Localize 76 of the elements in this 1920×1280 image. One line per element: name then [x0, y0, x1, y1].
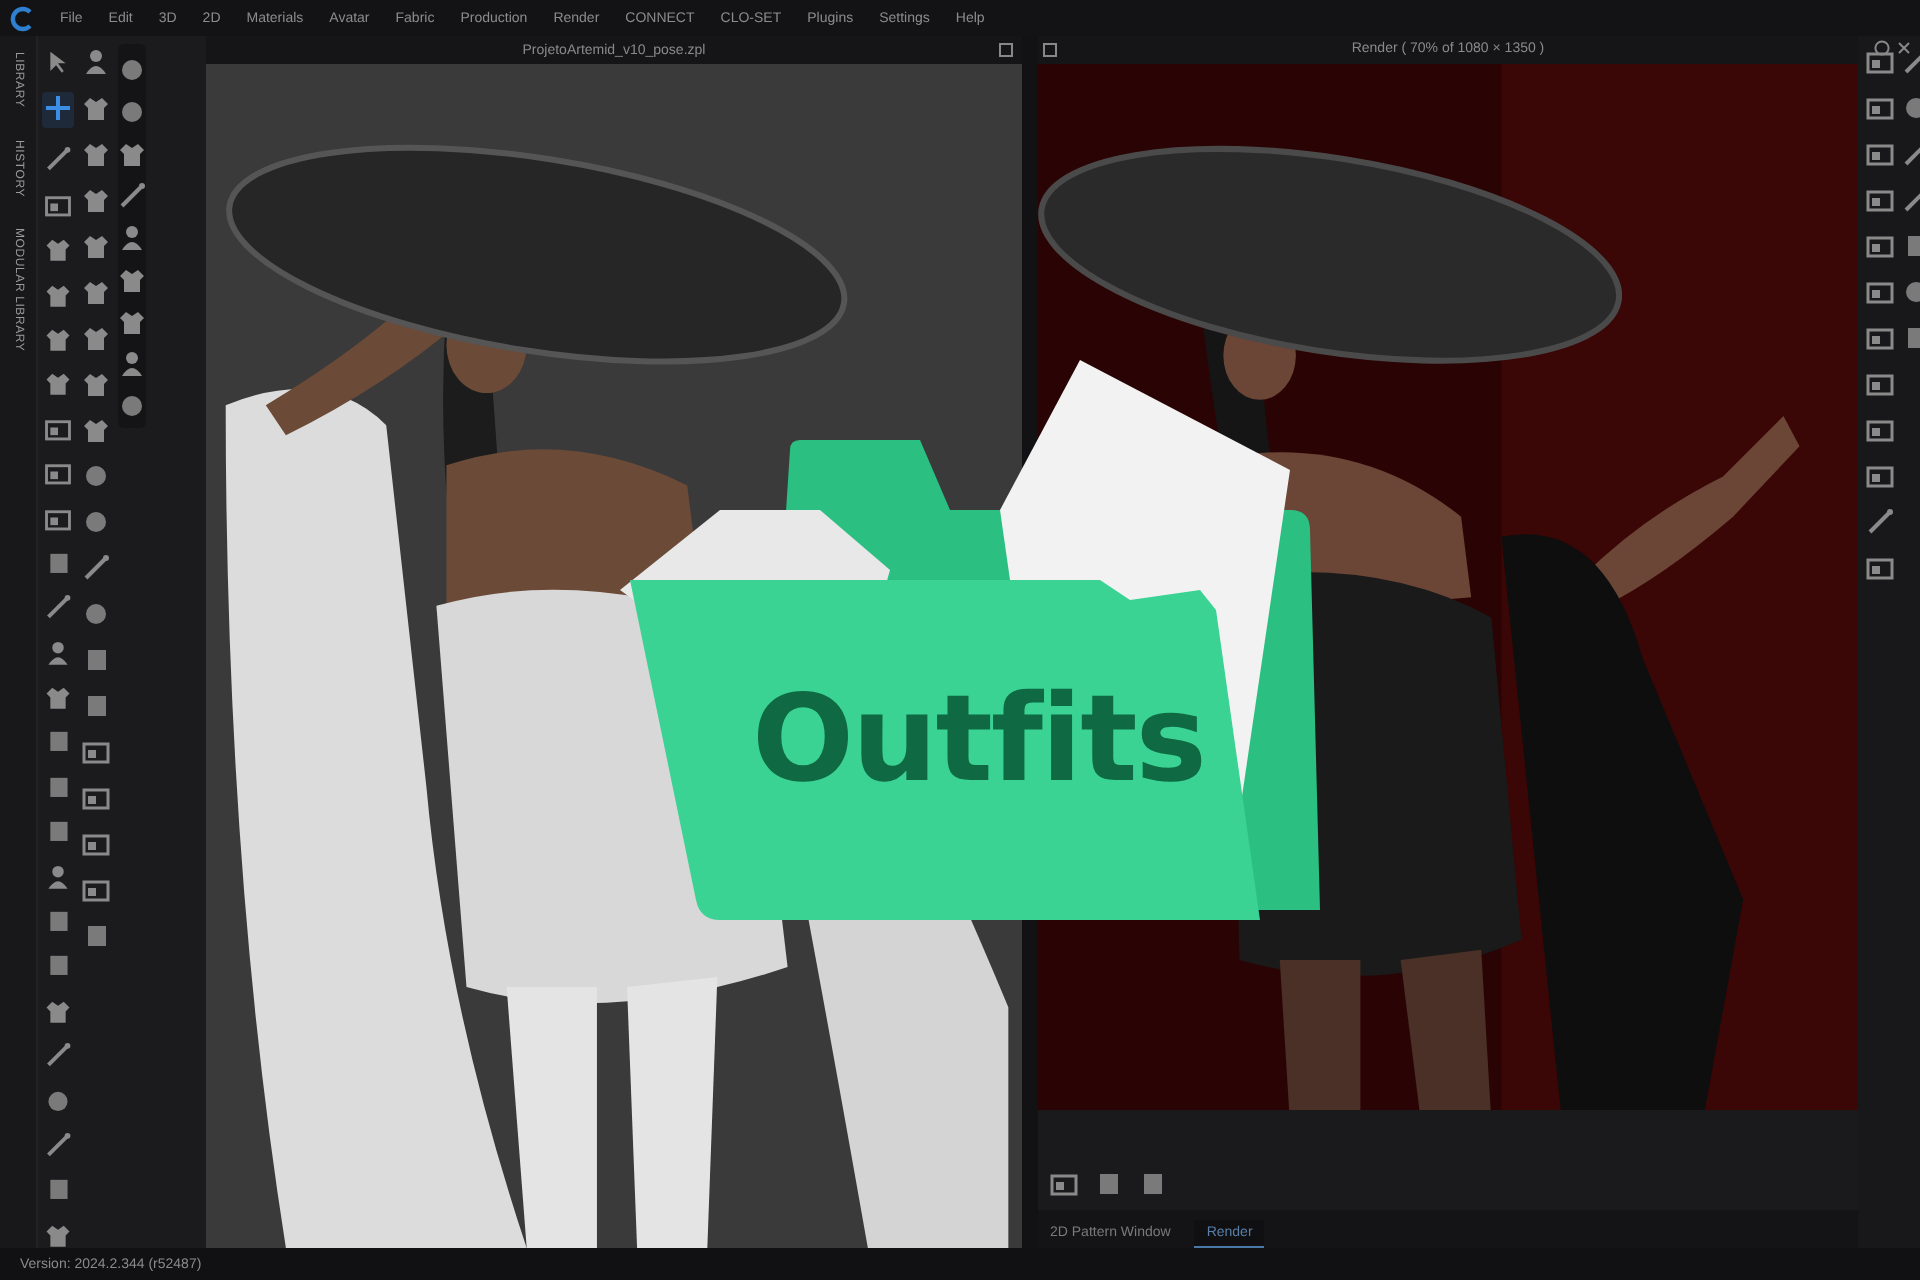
- pen-icon[interactable]: [44, 146, 72, 174]
- square-icon[interactable]: [44, 728, 72, 756]
- pen-icon[interactable]: [44, 594, 72, 622]
- panel-icon[interactable]: [1866, 370, 1894, 398]
- pen-icon[interactable]: [44, 1042, 72, 1070]
- panel-icon[interactable]: [1866, 324, 1894, 352]
- shirt-icon[interactable]: [82, 324, 110, 352]
- logo-icon[interactable]: [10, 5, 34, 31]
- circle-icon[interactable]: [118, 392, 146, 420]
- shirt-icon[interactable]: [82, 278, 110, 306]
- person-icon[interactable]: [118, 350, 146, 378]
- panel-icon[interactable]: [1866, 416, 1894, 444]
- circle-icon[interactable]: [118, 56, 146, 84]
- square-icon[interactable]: [44, 952, 72, 980]
- panel-icon[interactable]: [1866, 94, 1894, 122]
- pen-icon[interactable]: [118, 182, 146, 210]
- shirt-icon[interactable]: [118, 140, 146, 168]
- window-icon[interactable]: [1042, 42, 1058, 58]
- square-icon[interactable]: [44, 1176, 72, 1204]
- panel-icon[interactable]: [1866, 48, 1894, 76]
- circle-icon[interactable]: [82, 508, 110, 536]
- panel-icon[interactable]: [1866, 140, 1894, 168]
- panel-icon[interactable]: [1866, 554, 1894, 582]
- circle-icon[interactable]: [82, 462, 110, 490]
- panel-icon[interactable]: [44, 415, 72, 443]
- folder-label: Outfits: [752, 670, 1205, 810]
- panel-icon[interactable]: [1050, 1170, 1078, 1198]
- square-icon[interactable]: [44, 818, 72, 846]
- shirt-icon[interactable]: [44, 684, 72, 711]
- shirt-icon[interactable]: [44, 281, 72, 308]
- panel-icon[interactable]: [82, 876, 110, 904]
- circle-icon[interactable]: [82, 600, 110, 628]
- shirt-icon[interactable]: [82, 140, 110, 168]
- person-icon[interactable]: [118, 224, 146, 252]
- move-icon[interactable]: [44, 94, 72, 123]
- shirt-icon[interactable]: [118, 266, 146, 294]
- pen-icon[interactable]: [44, 1131, 72, 1159]
- shirt-icon[interactable]: [44, 1221, 72, 1249]
- panel-icon[interactable]: [44, 460, 72, 488]
- square-icon[interactable]: [44, 908, 72, 935]
- panel-icon[interactable]: [82, 738, 110, 766]
- pen-icon[interactable]: [1866, 508, 1894, 536]
- panel-icon[interactable]: [82, 830, 110, 858]
- panel-icon[interactable]: [44, 505, 72, 532]
- panel-icon[interactable]: [82, 784, 110, 812]
- shirt-icon[interactable]: [82, 232, 110, 260]
- shirt-icon[interactable]: [82, 94, 110, 122]
- shirt-icon[interactable]: [44, 236, 72, 264]
- square-icon[interactable]: [82, 692, 110, 720]
- square-icon[interactable]: [44, 549, 72, 577]
- shirt-icon[interactable]: [82, 186, 110, 214]
- panel-icon[interactable]: [1866, 462, 1894, 490]
- square-icon[interactable]: [82, 646, 110, 674]
- person-icon[interactable]: [44, 863, 72, 891]
- shirt-icon[interactable]: [44, 370, 72, 398]
- shirt-icon[interactable]: [82, 370, 110, 398]
- circle-icon[interactable]: [118, 98, 146, 126]
- pen-icon[interactable]: [82, 554, 110, 582]
- square-icon[interactable]: [44, 773, 72, 801]
- shirt-icon[interactable]: [118, 308, 146, 336]
- help-icon[interactable]: [1874, 40, 1890, 56]
- panel-icon[interactable]: [1866, 232, 1894, 260]
- shirt-icon[interactable]: [44, 997, 72, 1025]
- shirt-icon[interactable]: [82, 416, 110, 444]
- close-icon[interactable]: [1896, 40, 1912, 56]
- window-icon[interactable]: [998, 42, 1014, 58]
- panel-icon[interactable]: [1866, 278, 1894, 306]
- panel-icon[interactable]: [1866, 186, 1894, 214]
- circle-icon[interactable]: [44, 1087, 72, 1114]
- square-icon[interactable]: [1138, 1170, 1166, 1198]
- panel-icon[interactable]: [44, 191, 72, 219]
- shirt-icon[interactable]: [44, 325, 72, 353]
- person-icon[interactable]: [44, 639, 72, 667]
- square-icon[interactable]: [82, 922, 110, 950]
- square-icon[interactable]: [1094, 1170, 1122, 1198]
- person-icon[interactable]: [82, 48, 110, 76]
